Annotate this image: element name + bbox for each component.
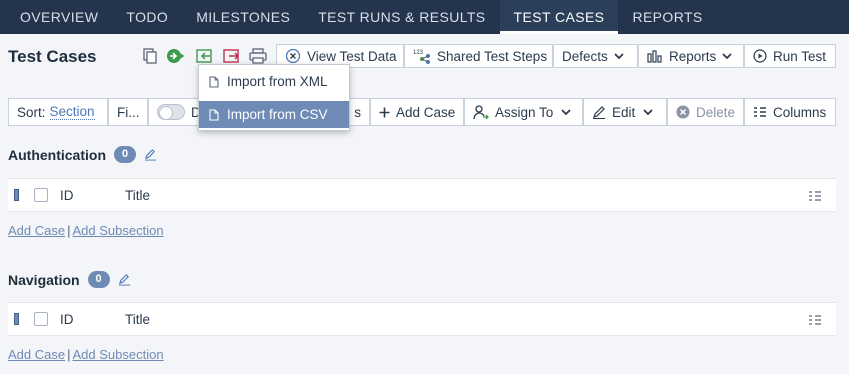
pencil-icon xyxy=(592,105,606,119)
edit-section-icon[interactable] xyxy=(118,273,131,286)
run-test-label: Run Test xyxy=(773,48,827,64)
tab-test-cases[interactable]: TEST CASES xyxy=(499,0,619,34)
link-separator: | xyxy=(67,347,71,362)
reports-label: Reports xyxy=(669,48,717,64)
tab-reports[interactable]: REPORTS xyxy=(618,0,716,34)
columns-button[interactable]: Columns xyxy=(744,98,836,126)
chevron-down-icon xyxy=(614,52,624,60)
section-title-authentication: Authentication 0 xyxy=(8,146,157,163)
run-test-button[interactable]: Run Test xyxy=(744,44,836,68)
import-xml-item[interactable]: Import from XML xyxy=(199,68,349,95)
table-header: ID Title xyxy=(8,302,836,336)
defects-dropdown[interactable]: Defects xyxy=(553,44,638,68)
table-header: ID Title xyxy=(8,178,836,212)
page-title: Test Cases xyxy=(8,47,97,66)
column-title[interactable]: Title xyxy=(125,188,150,203)
import-csv-item[interactable]: Import from CSV xyxy=(199,101,349,128)
svg-text:123: 123 xyxy=(413,50,424,56)
add-subsection-link[interactable]: Add Subsection xyxy=(72,347,163,362)
column-title[interactable]: Title xyxy=(125,312,150,327)
plus-icon xyxy=(379,107,390,118)
delete-label: Delete xyxy=(696,104,736,120)
column-options-icon[interactable] xyxy=(808,314,822,329)
chevron-down-icon xyxy=(722,52,732,60)
tab-milestones[interactable]: MILESTONES xyxy=(182,0,304,34)
page-header: Test Cases View Test Data 123 Shared Tes… xyxy=(0,34,849,78)
column-options-icon[interactable] xyxy=(808,190,822,205)
file-icon xyxy=(209,75,219,88)
sort-control[interactable]: Sort: Section xyxy=(8,98,108,126)
columns-label: Columns xyxy=(773,104,827,120)
columns-icon xyxy=(753,106,767,118)
export-icon[interactable] xyxy=(222,46,242,66)
add-case-link[interactable]: Add Case xyxy=(8,347,65,362)
import-icon[interactable] xyxy=(195,46,215,66)
section-name: Authentication xyxy=(8,146,106,163)
reports-dropdown[interactable]: Reports xyxy=(638,44,744,68)
import-xml-label: Import from XML xyxy=(227,74,328,89)
chevron-down-icon xyxy=(643,108,653,116)
print-icon[interactable] xyxy=(248,46,268,66)
copy-icon[interactable] xyxy=(140,46,160,66)
assign-user-icon xyxy=(473,104,489,120)
add-case-button[interactable]: Add Case xyxy=(370,98,464,126)
edit-dropdown[interactable]: Edit xyxy=(583,98,667,126)
section-name: Navigation xyxy=(8,271,80,288)
sort-label: Sort: xyxy=(17,104,46,120)
shared-steps-icon: 123 xyxy=(413,48,431,64)
defects-label: Defects xyxy=(562,48,608,64)
add-subsection-link[interactable]: Add Subsection xyxy=(72,223,163,238)
add-case-link[interactable]: Add Case xyxy=(8,223,65,238)
filter-button[interactable]: Fi... xyxy=(108,98,148,126)
variable-icon xyxy=(285,48,301,64)
toggle-switch[interactable] xyxy=(157,104,185,120)
import-export-icon[interactable] xyxy=(166,46,186,66)
case-count-badge: 0 xyxy=(114,146,136,163)
assign-to-label: Assign To xyxy=(495,104,554,120)
filter-label: Fi... xyxy=(117,104,140,120)
shared-test-steps-button[interactable]: 123 Shared Test Steps xyxy=(404,44,553,68)
import-csv-label: Import from CSV xyxy=(227,107,328,122)
top-nav: OVERVIEW TODO MILESTONES TEST RUNS & RES… xyxy=(0,0,849,34)
select-all-checkbox[interactable] xyxy=(34,312,48,326)
select-all-checkbox[interactable] xyxy=(34,188,48,202)
sort-value[interactable]: Section xyxy=(49,104,95,120)
bar-chart-icon xyxy=(647,49,663,63)
tab-overview[interactable]: OVERVIEW xyxy=(0,0,112,34)
edit-label: Edit xyxy=(612,104,636,120)
add-case-label: Add Case xyxy=(396,104,456,120)
section-links: Add Case | Add Subsection xyxy=(8,347,164,362)
delete-circle-icon xyxy=(676,105,690,119)
view-test-data-label: View Test Data xyxy=(307,48,397,64)
chevron-down-icon xyxy=(561,108,571,116)
case-count-badge: 0 xyxy=(87,271,110,288)
drag-handle[interactable] xyxy=(14,189,19,201)
section-title-navigation: Navigation 0 xyxy=(8,271,131,288)
column-id[interactable]: ID xyxy=(60,188,74,203)
tab-todo[interactable]: TODO xyxy=(112,0,182,34)
assign-to-dropdown[interactable]: Assign To xyxy=(464,98,583,126)
link-separator: | xyxy=(67,223,71,238)
shared-test-steps-label: Shared Test Steps xyxy=(437,48,548,64)
file-icon xyxy=(209,108,219,121)
display-toggle-suffix: s xyxy=(354,104,361,120)
section-links: Add Case | Add Subsection xyxy=(8,223,164,238)
tab-test-runs-results[interactable]: TEST RUNS & RESULTS xyxy=(304,0,499,34)
delete-button[interactable]: Delete xyxy=(667,98,744,126)
import-dropdown-menu: Import from XML Import from CSV xyxy=(198,64,350,131)
drag-handle[interactable] xyxy=(14,313,19,325)
play-icon xyxy=(753,49,767,63)
edit-section-icon[interactable] xyxy=(144,148,157,161)
column-id[interactable]: ID xyxy=(60,312,74,327)
